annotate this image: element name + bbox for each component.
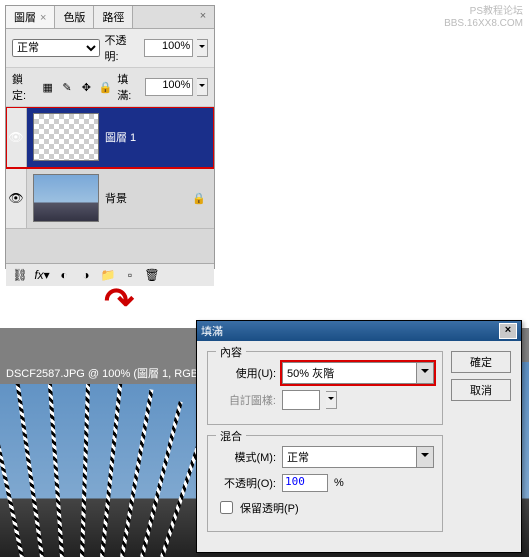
mode-select[interactable]: 正常 (282, 446, 434, 468)
arrow-icon: ↷ (104, 280, 134, 322)
opacity-input[interactable]: 100 (282, 474, 328, 492)
lock-row: 鎖定: ▦ ✎ ✥ 🔒 填滿: 100% (6, 67, 214, 107)
layer-thumbnail[interactable] (33, 174, 99, 222)
group-title: 內容 (216, 344, 246, 360)
document-title: DSCF2587.JPG @ 100% (圖層 1, RGB/8 (0, 362, 213, 384)
lock-transparency-icon[interactable]: ▦ (40, 79, 55, 95)
layer-row[interactable]: 👁 背景 🔒 (6, 168, 214, 229)
opacity-input[interactable]: 100% (144, 39, 193, 57)
content-group: 內容 使用(U): 50% 灰階 自訂圖樣: (207, 351, 443, 425)
cancel-button[interactable]: 取消 (451, 379, 511, 401)
visibility-icon[interactable]: 👁 (6, 168, 27, 228)
chevron-down-icon[interactable] (416, 363, 433, 383)
lock-position-icon[interactable]: ✥ (79, 79, 94, 95)
chevron-down-icon[interactable] (416, 447, 433, 467)
group-title: 混合 (216, 428, 246, 444)
preserve-label: 保留透明(P) (240, 500, 299, 516)
layer-name[interactable]: 圖層 1 (105, 129, 214, 145)
fx-icon[interactable]: fx▾ (34, 267, 50, 283)
layer-thumbnail[interactable] (33, 113, 99, 161)
ok-button[interactable]: 確定 (451, 351, 511, 373)
tab-layers[interactable]: 圖層× (6, 6, 55, 28)
opacity-label: 不透明: (104, 32, 139, 64)
chevron-down-icon (326, 391, 337, 409)
blend-row: 正常 不透明: 100% (6, 29, 214, 67)
use-label: 使用(U): (216, 365, 276, 381)
opacity-dropdown-icon[interactable] (197, 39, 208, 57)
fill-label: 填滿: (117, 71, 141, 103)
panel-close-icon[interactable]: × (196, 10, 210, 24)
fill-dropdown-icon[interactable] (197, 78, 208, 96)
lock-icon: 🔒 (192, 192, 206, 205)
use-select[interactable]: 50% 灰階 (282, 362, 434, 384)
watermark: PS教程论坛 BBS.16XX8.COM (444, 6, 523, 30)
lock-all-icon[interactable]: 🔒 (98, 79, 113, 95)
trash-icon[interactable]: 🗑 (144, 267, 160, 283)
mode-label: 模式(M): (216, 449, 276, 465)
pattern-label: 自訂圖樣: (216, 392, 276, 408)
layer-row[interactable]: 👁 圖層 1 (6, 107, 214, 168)
tab-channels[interactable]: 色版 (55, 6, 94, 28)
fill-input[interactable]: 100% (145, 78, 193, 96)
dialog-close-icon[interactable]: × (499, 323, 517, 339)
adjustment-icon[interactable]: ◑ (78, 267, 94, 283)
visibility-icon[interactable]: 👁 (6, 107, 27, 167)
layers-panel: 圖層× 色版 路徑 × 正常 不透明: 100% 鎖定: ▦ ✎ ✥ 🔒 填滿:… (5, 5, 215, 269)
lock-paint-icon[interactable]: ✎ (59, 79, 74, 95)
link-icon[interactable]: ⛓ (12, 267, 28, 283)
layer-list: 👁 圖層 1 👁 背景 🔒 (6, 107, 214, 263)
opacity-label: 不透明(O): (216, 475, 276, 491)
percent-label: % (334, 477, 344, 489)
blend-mode-select[interactable]: 正常 (12, 39, 100, 57)
pattern-swatch (282, 390, 320, 410)
fill-dialog: 填滿 × 內容 使用(U): 50% 灰階 自訂圖樣: 混合 (196, 320, 522, 553)
blend-group: 混合 模式(M): 正常 不透明(O): 100 % 保留透明(P) (207, 435, 443, 532)
mask-icon[interactable]: ◐ (56, 267, 72, 283)
tab-paths[interactable]: 路徑 (94, 6, 133, 28)
panel-tabs: 圖層× 色版 路徑 × (6, 6, 214, 29)
dialog-title: 填滿 (201, 323, 223, 339)
preserve-checkbox[interactable] (220, 501, 233, 514)
lock-label: 鎖定: (12, 71, 36, 103)
dialog-titlebar[interactable]: 填滿 × (197, 321, 521, 341)
layer-name[interactable]: 背景 (105, 190, 192, 206)
tab-close-icon[interactable]: × (40, 12, 46, 24)
